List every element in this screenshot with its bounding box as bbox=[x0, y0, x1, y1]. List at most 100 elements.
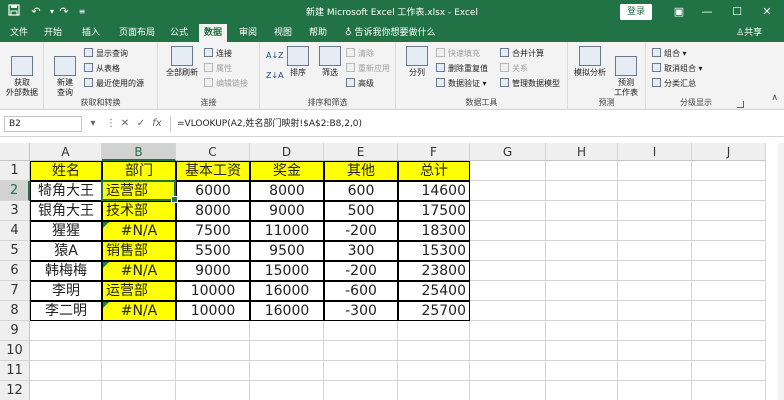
cell-e2[interactable]: 600 bbox=[324, 181, 398, 201]
cell-j7[interactable] bbox=[692, 281, 766, 301]
row-header-4[interactable]: 4 bbox=[0, 221, 30, 241]
cell-h2[interactable] bbox=[546, 181, 618, 201]
cell-g9[interactable] bbox=[470, 321, 546, 341]
flash-fill-button[interactable]: 快速填充 bbox=[436, 48, 480, 60]
sort-descending-button[interactable]: Z↓A bbox=[266, 70, 284, 82]
cell-j4[interactable] bbox=[692, 221, 766, 241]
cell-i11[interactable] bbox=[618, 361, 692, 381]
forecast-sheet-button[interactable]: 预测 工作表 bbox=[610, 46, 642, 98]
refresh-all-button[interactable]: 全部刷新 bbox=[162, 46, 202, 78]
cell-g11[interactable] bbox=[470, 361, 546, 381]
cancel-icon[interactable]: ✕ bbox=[118, 116, 132, 132]
properties-button[interactable]: 属性 bbox=[204, 63, 232, 75]
row-header-11[interactable]: 11 bbox=[0, 361, 30, 381]
cell-h8[interactable] bbox=[546, 301, 618, 321]
sort-button[interactable]: 排序 bbox=[284, 46, 312, 78]
row-header-3[interactable]: 3 bbox=[0, 201, 30, 221]
cell-i3[interactable] bbox=[618, 201, 692, 221]
tab-file[interactable]: 文件 bbox=[6, 24, 32, 42]
column-header-f[interactable]: F bbox=[398, 143, 470, 161]
cell-f7[interactable]: 25400 bbox=[398, 281, 470, 301]
column-header-a[interactable]: A bbox=[30, 143, 102, 161]
cell-i1[interactable] bbox=[618, 161, 692, 181]
cell-g6[interactable] bbox=[470, 261, 546, 281]
cell-g4[interactable] bbox=[470, 221, 546, 241]
cell-d3[interactable]: 9000 bbox=[250, 201, 324, 221]
cell-f3[interactable]: 17500 bbox=[398, 201, 470, 221]
cell-d6[interactable]: 15000 bbox=[250, 261, 324, 281]
cell-a4[interactable]: 猩猩 bbox=[30, 221, 102, 241]
filter-button[interactable]: 筛选 bbox=[316, 46, 344, 78]
ribbon-display-icon[interactable]: ▣ bbox=[664, 0, 694, 24]
tab-help[interactable]: 帮助 bbox=[305, 24, 331, 42]
cell-f1[interactable]: 总计 bbox=[398, 161, 470, 181]
maximize-icon[interactable]: ☐ bbox=[722, 0, 752, 24]
cell-e1[interactable]: 其他 bbox=[324, 161, 398, 181]
cell-h10[interactable] bbox=[546, 341, 618, 361]
cell-i9[interactable] bbox=[618, 321, 692, 341]
cell-j8[interactable] bbox=[692, 301, 766, 321]
data-validation-button[interactable]: 数据验证 ▾ bbox=[436, 78, 487, 90]
edit-links-button[interactable]: 编辑链接 bbox=[204, 78, 248, 90]
worksheet-grid[interactable]: A B C D E F G H I J 1 2 3 4 5 6 7 8 9 10 11 12 姓名 部门 基本工资 奖金 其他 总计犄… bbox=[0, 143, 784, 400]
cell-b8[interactable]: #N/A bbox=[102, 301, 176, 321]
new-query-button[interactable]: 新建 查询 bbox=[48, 46, 82, 98]
cell-i5[interactable] bbox=[618, 241, 692, 261]
cell-d1[interactable]: 奖金 bbox=[250, 161, 324, 181]
column-header-g[interactable]: G bbox=[470, 143, 546, 161]
cell-e4[interactable]: -200 bbox=[324, 221, 398, 241]
column-header-i[interactable]: I bbox=[618, 143, 692, 161]
cell-e5[interactable]: 300 bbox=[324, 241, 398, 261]
cell-h9[interactable] bbox=[546, 321, 618, 341]
cell-c4[interactable]: 7500 bbox=[176, 221, 250, 241]
cell-d9[interactable] bbox=[250, 321, 324, 341]
cell-c6[interactable]: 9000 bbox=[176, 261, 250, 281]
cell-e8[interactable]: -300 bbox=[324, 301, 398, 321]
cell-e3[interactable]: 500 bbox=[324, 201, 398, 221]
cell-d8[interactable]: 16000 bbox=[250, 301, 324, 321]
cell-c8[interactable]: 10000 bbox=[176, 301, 250, 321]
cell-g8[interactable] bbox=[470, 301, 546, 321]
row-header-8[interactable]: 8 bbox=[0, 301, 30, 321]
cell-i2[interactable] bbox=[618, 181, 692, 201]
column-header-b[interactable]: B bbox=[102, 143, 176, 161]
cell-c7[interactable]: 10000 bbox=[176, 281, 250, 301]
column-header-j[interactable]: J bbox=[692, 143, 766, 161]
ungroup-button[interactable]: 取消组合 ▾ bbox=[652, 63, 703, 75]
connections-button[interactable]: 连接 bbox=[204, 48, 232, 60]
remove-duplicates-button[interactable]: 删除重复值 bbox=[436, 63, 488, 75]
cell-a7[interactable]: 李明 bbox=[30, 281, 102, 301]
reapply-button[interactable]: 重新应用 bbox=[346, 63, 390, 75]
cell-b7[interactable]: 运营部 bbox=[102, 281, 176, 301]
cell-a5[interactable]: 猿A bbox=[30, 241, 102, 261]
login-button[interactable]: 登录 bbox=[620, 4, 652, 20]
row-header-7[interactable]: 7 bbox=[0, 281, 30, 301]
from-table-button[interactable]: 从表格 bbox=[84, 63, 120, 75]
cell-f5[interactable]: 15300 bbox=[398, 241, 470, 261]
outline-launcher-icon[interactable] bbox=[737, 101, 744, 108]
cell-e10[interactable] bbox=[324, 341, 398, 361]
row-header-5[interactable]: 5 bbox=[0, 241, 30, 261]
cell-j3[interactable] bbox=[692, 201, 766, 221]
cell-d11[interactable] bbox=[250, 361, 324, 381]
sort-ascending-button[interactable]: A↓Z bbox=[266, 50, 284, 62]
cell-d4[interactable]: 11000 bbox=[250, 221, 324, 241]
tab-home[interactable]: 开始 bbox=[40, 24, 66, 42]
cell-e7[interactable]: -600 bbox=[324, 281, 398, 301]
cell-b5[interactable]: 销售部 bbox=[102, 241, 176, 261]
share-button[interactable]: ♙共享 bbox=[736, 24, 762, 42]
cell-d12[interactable] bbox=[250, 381, 324, 400]
cell-b3[interactable]: 技术部 bbox=[102, 201, 176, 221]
cell-f10[interactable] bbox=[398, 341, 470, 361]
advanced-filter-button[interactable]: 高级 bbox=[346, 78, 374, 90]
recent-sources-button[interactable]: 最近使用的源 bbox=[84, 78, 144, 90]
cell-b10[interactable] bbox=[102, 341, 176, 361]
row-header-1[interactable]: 1 bbox=[0, 161, 30, 181]
cell-d5[interactable]: 9500 bbox=[250, 241, 324, 261]
cell-e9[interactable] bbox=[324, 321, 398, 341]
subtotal-button[interactable]: 分类汇总 bbox=[652, 78, 696, 90]
cell-a6[interactable]: 韩梅梅 bbox=[30, 261, 102, 281]
tab-formulas[interactable]: 公式 bbox=[166, 24, 192, 42]
show-queries-button[interactable]: 显示查询 bbox=[84, 48, 128, 60]
cell-c2[interactable]: 6000 bbox=[176, 181, 250, 201]
